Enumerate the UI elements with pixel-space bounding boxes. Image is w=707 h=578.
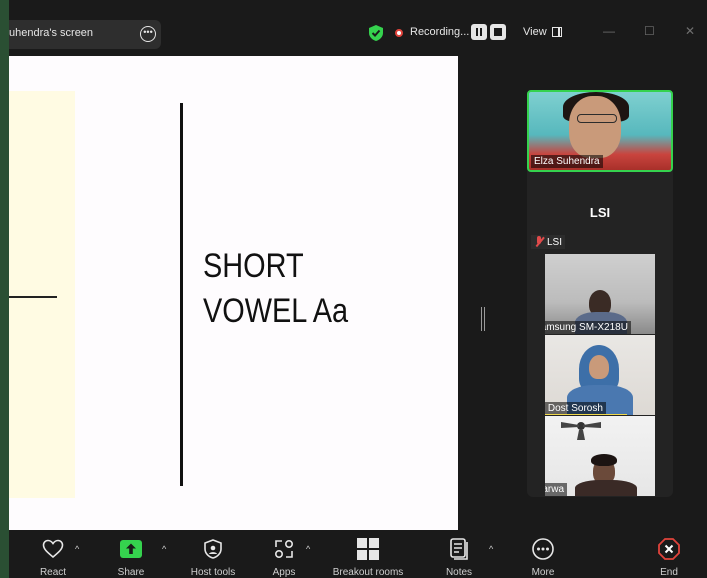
slide-title-line-1: SHORT — [203, 247, 304, 285]
pause-recording-button[interactable] — [471, 24, 487, 40]
notes-button[interactable]: Notes — [441, 538, 477, 578]
panel-resize-handle[interactable] — [481, 307, 485, 331]
participant-name: Samsung SM-X218U — [545, 321, 631, 334]
host-tools-button[interactable]: Host tools — [185, 538, 241, 578]
end-meeting-button[interactable]: End — [655, 538, 683, 578]
participant-body — [575, 480, 637, 496]
stop-recording-button[interactable] — [490, 24, 506, 40]
host-shield-icon — [204, 539, 222, 559]
speaker-glasses — [577, 114, 617, 123]
slide-vertical-rule — [180, 103, 183, 486]
share-button[interactable]: Share — [115, 538, 147, 578]
heart-icon — [42, 539, 64, 559]
meeting-window: uhendra's screen ••• Recording... View —… — [9, 0, 707, 578]
recording-status[interactable]: Recording... — [410, 26, 469, 38]
encryption-shield-icon[interactable] — [368, 24, 384, 42]
group-tile-title: LSI — [589, 205, 611, 220]
apps-options-caret[interactable]: ^ — [306, 544, 310, 554]
slide-side-panel — [9, 91, 75, 498]
notes-label: Notes — [445, 567, 473, 578]
shared-slide: SHORT VOWEL Aa — [9, 56, 458, 530]
more-options-icon[interactable]: ••• — [140, 26, 156, 42]
share-options-caret[interactable]: ^ — [162, 544, 166, 554]
close-window-button[interactable]: ✕ — [685, 24, 695, 38]
share-screen-icon — [120, 540, 142, 558]
notes-options-caret[interactable]: ^ — [489, 544, 493, 554]
slide-title-line-2: VOWEL Aa — [203, 292, 349, 330]
apps-button[interactable]: Apps — [267, 538, 301, 578]
group-label-text: LSI — [547, 236, 563, 248]
participant-tile[interactable]: Samsung SM-X218U — [545, 254, 655, 334]
participant-face — [589, 355, 609, 379]
end-label: End — [660, 567, 678, 578]
apps-label: Apps — [272, 567, 296, 578]
view-menu-label[interactable]: View — [523, 26, 547, 38]
breakout-rooms-label: Breakout rooms — [332, 567, 404, 578]
react-label: React — [39, 567, 67, 578]
maximize-button[interactable]: ☐ — [644, 24, 655, 38]
screen-share-pill[interactable]: uhendra's screen ••• — [9, 20, 161, 49]
mic-muted-icon — [534, 236, 544, 248]
slide-title: SHORT VOWEL Aa — [203, 244, 348, 334]
more-label: More — [531, 567, 555, 578]
group-tile-label: LSI — [531, 235, 566, 249]
end-meeting-icon — [658, 538, 680, 560]
meeting-toolbar: React ^ Share ^ Host tools Apps ^ Breako… — [9, 530, 707, 578]
react-button[interactable]: React — [37, 538, 69, 578]
breakout-rooms-button[interactable]: Breakout rooms — [325, 538, 411, 578]
more-icon — [532, 538, 554, 560]
speaking-indicator — [545, 414, 627, 415]
speaker-face — [569, 96, 621, 158]
more-button[interactable]: More — [527, 538, 559, 578]
top-bar: uhendra's screen ••• Recording... View —… — [9, 10, 707, 56]
left-edge-strip — [0, 0, 9, 578]
host-tools-label: Host tools — [190, 567, 236, 578]
participant-hair — [591, 454, 617, 466]
recording-dot-icon — [395, 29, 403, 37]
view-layout-icon[interactable] — [552, 27, 562, 37]
participant-name: Marwa — [545, 483, 568, 496]
notes-icon — [450, 538, 468, 560]
share-label: Share — [117, 567, 145, 578]
breakout-grid-icon — [357, 538, 379, 560]
participant-gallery: Elza Suhendra LSI LSI Samsung SM-X218U A… — [527, 90, 673, 497]
apps-icon — [274, 539, 294, 559]
react-options-caret[interactable]: ^ — [75, 544, 79, 554]
minimize-button[interactable]: — — [603, 24, 615, 38]
ceiling-fan-icon — [561, 422, 601, 440]
active-speaker-name: Elza Suhendra — [531, 155, 603, 168]
slide-horizontal-rule — [9, 296, 57, 298]
participant-tile[interactable]: Marwa — [545, 416, 655, 496]
active-speaker-tile[interactable]: Elza Suhendra — [527, 90, 673, 172]
participant-tile[interactable]: Ali Dost Sorosh — [545, 335, 655, 415]
share-owner-label: uhendra's screen — [9, 27, 94, 39]
